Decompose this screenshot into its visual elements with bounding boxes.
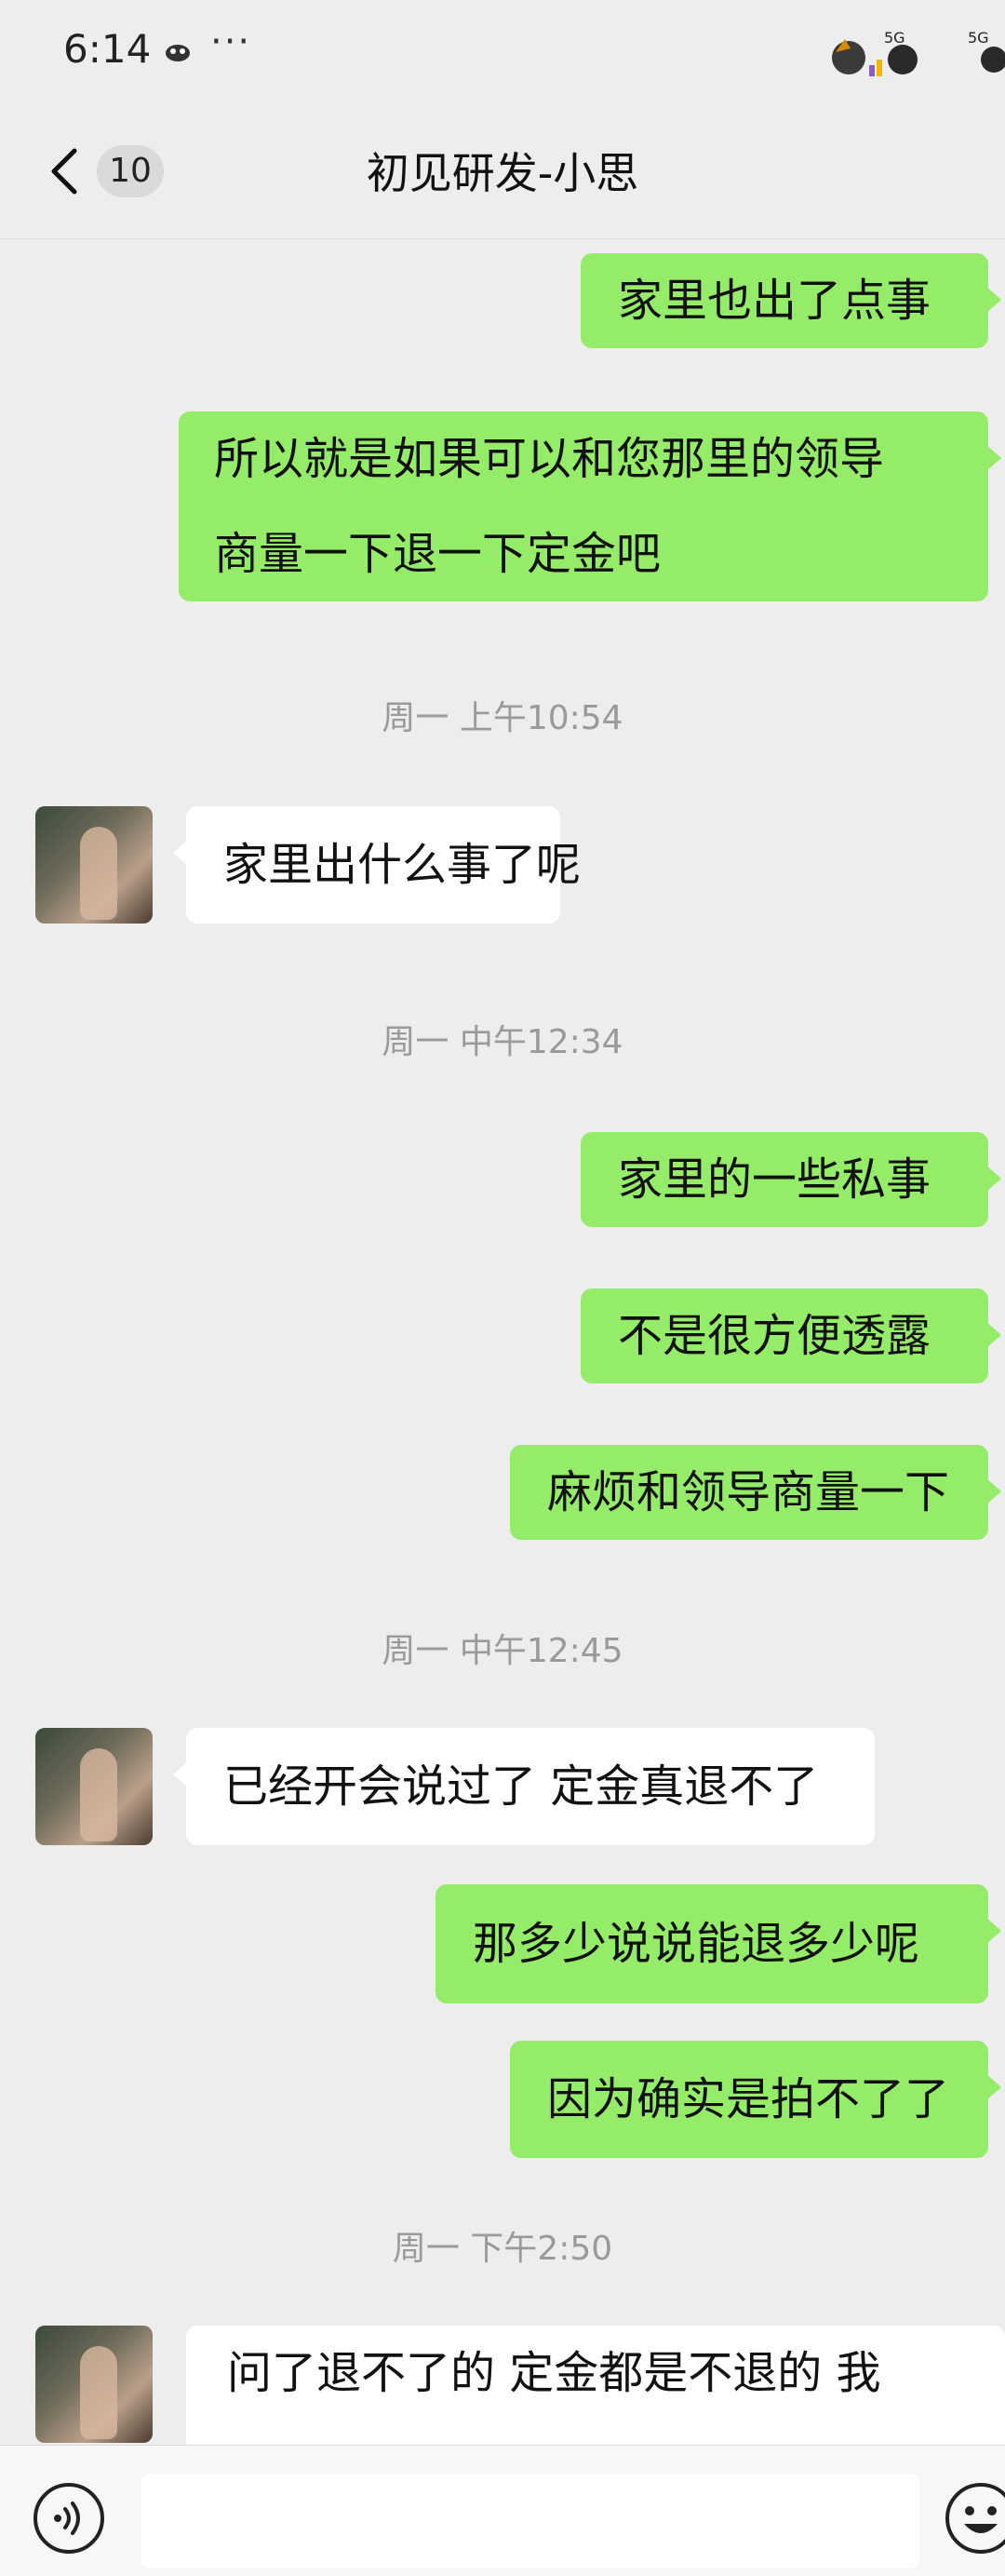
message-line: 所以就是如果可以和您那里的领导: [214, 433, 885, 485]
contact-avatar[interactable]: [35, 806, 153, 924]
message-incoming[interactable]: 已经开会说过了 定金真退不了: [35, 1728, 875, 1845]
message-outgoing[interactable]: 麻烦和领导商量一下: [510, 1445, 1001, 1540]
emoji-icon[interactable]: [944, 2481, 1005, 2556]
status-time: 6:14: [63, 26, 152, 72]
status-bar: 6:14 ··· 5G 5G: [0, 0, 1005, 102]
chat-header: 10 初见研发-小思: [0, 102, 1005, 239]
contact-avatar[interactable]: [35, 1728, 153, 1845]
message-outgoing[interactable]: 家里的一些私事: [581, 1132, 1001, 1227]
message-input-bar: [0, 2445, 1005, 2576]
message-outgoing[interactable]: 家里也出了点事: [581, 253, 1001, 348]
message-outgoing[interactable]: 因为确实是拍不了了: [510, 2041, 1001, 2158]
message-bubble[interactable]: 不是很方便透露: [581, 1288, 1001, 1383]
message-text-input[interactable]: [141, 2474, 919, 2569]
svg-text:5G: 5G: [968, 29, 989, 47]
message-timestamp: 周一 下午2:50: [392, 2230, 613, 2268]
message-bubble[interactable]: 所以就是如果可以和您那里的领导 商量一下退一下定金吧: [179, 411, 1001, 601]
message-outgoing[interactable]: 所以就是如果可以和您那里的领导 商量一下退一下定金吧: [179, 411, 1001, 601]
app-notification-icon: [166, 45, 190, 61]
message-bubble[interactable]: 家里出什么事了呢: [173, 806, 581, 924]
message-timestamp: 周一 上午10:54: [382, 699, 623, 737]
contact-avatar[interactable]: [35, 2326, 153, 2443]
message-timestamp: 周一 中午12:34: [382, 1023, 623, 1061]
message-outgoing[interactable]: 那多少说说能退多少呢: [436, 1884, 1001, 2003]
message-timestamp: 周一 中午12:45: [382, 1632, 623, 1670]
signal-icons: 5G 5G: [832, 29, 1005, 76]
message-bubble[interactable]: 已经开会说过了 定金真退不了: [173, 1728, 875, 1845]
status-more-icon: ···: [210, 20, 252, 63]
message-line: 问了退不了的 定金都是不退的 我: [227, 2347, 881, 2399]
message-outgoing[interactable]: 不是很方便透露: [581, 1288, 1001, 1383]
chat-title: 初见研发-小思: [366, 148, 639, 198]
message-incoming[interactable]: 家里出什么事了呢: [35, 806, 581, 924]
message-bubble[interactable]: 家里也出了点事: [581, 253, 1001, 348]
message-bubble[interactable]: 家里的一些私事: [581, 1132, 1001, 1227]
voice-input-icon[interactable]: [32, 2481, 106, 2556]
message-line: 商量一下退一下定金吧: [214, 528, 662, 580]
message-bubble[interactable]: 因为确实是拍不了了: [510, 2041, 1001, 2158]
message-bubble[interactable]: 那多少说说能退多少呢: [436, 1884, 1001, 2003]
svg-text:5G: 5G: [884, 29, 905, 47]
message-bubble[interactable]: 麻烦和领导商量一下: [510, 1445, 1001, 1540]
